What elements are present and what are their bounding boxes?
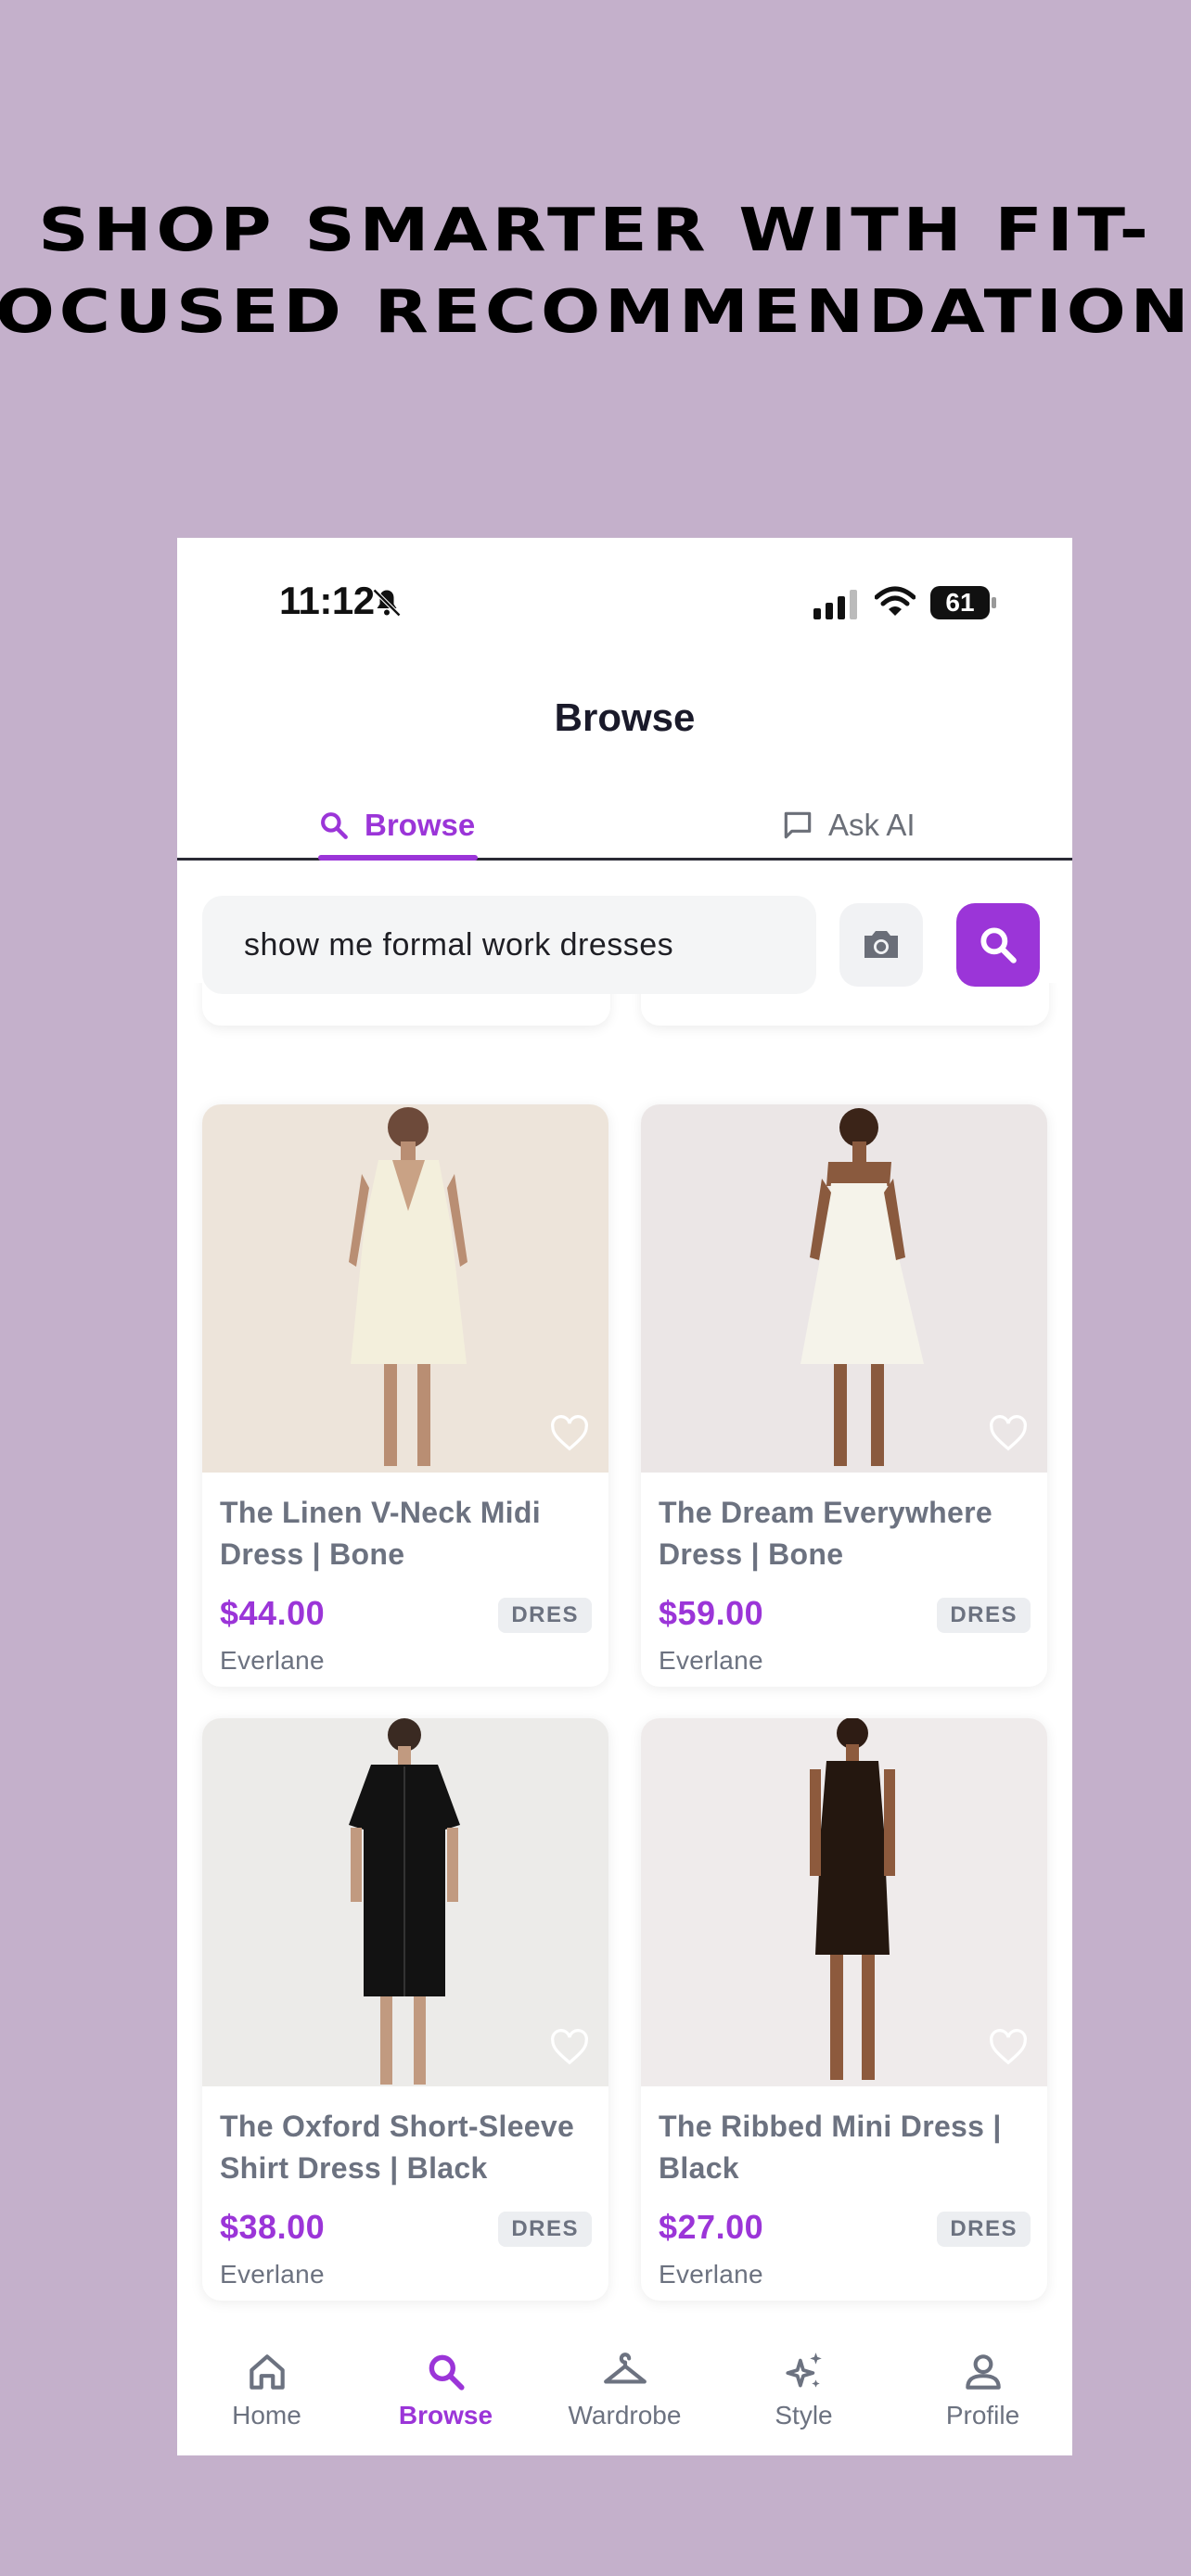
product-image: [641, 1718, 1047, 2086]
product-image: [202, 1104, 608, 1473]
product-card[interactable]: The Oxford Short-Sleeve Shirt Dress | Bl…: [202, 1718, 608, 2301]
product-price: $44.00: [220, 1594, 326, 1632]
favorite-heart-icon[interactable]: [549, 1415, 590, 1452]
product-brand: Everlane: [220, 2260, 325, 2289]
product-price: $27.00: [659, 2208, 764, 2246]
product-price: $59.00: [659, 1594, 764, 1632]
product-price: $38.00: [220, 2208, 326, 2246]
nav-profile[interactable]: Profile: [893, 2332, 1072, 2455]
profile-icon: [965, 2354, 1001, 2390]
status-bar: 11:12 61: [177, 538, 1072, 668]
product-image: [641, 1104, 1047, 1473]
product-brand: Everlane: [659, 2260, 763, 2289]
favorite-heart-icon[interactable]: [988, 2029, 1029, 2066]
tab-browse[interactable]: Browse: [316, 790, 475, 861]
battery-percent: 61: [945, 588, 975, 617]
favorite-heart-icon[interactable]: [988, 1415, 1029, 1452]
search-input[interactable]: show me formal work dresses: [202, 896, 816, 994]
product-title: The Dream Everywhere Dress | Bone: [659, 1496, 992, 1571]
product-image: [202, 1718, 608, 2086]
search-icon: [980, 927, 1017, 963]
cellular-signal-icon: [813, 590, 857, 619]
nav-profile-label: Profile: [945, 2401, 1020, 2429]
product-card[interactable]: The Ribbed Mini Dress | Black $27.00 DRE…: [641, 1718, 1047, 2301]
search-submit-button[interactable]: [956, 903, 1040, 987]
category-badge: DRES: [498, 2212, 592, 2247]
category-badge: DRES: [937, 1598, 1031, 1633]
marketing-headline: SHOP SMARTER WITH FIT-FOCUSED RECOMMENDA…: [0, 197, 1191, 347]
product-brand: Everlane: [220, 1646, 325, 1675]
search-row: show me formal work dresses: [177, 862, 1072, 994]
home-icon: [249, 2354, 285, 2390]
tab-ask-ai[interactable]: Ask AI: [780, 790, 916, 861]
nav-wardrobe[interactable]: Wardrobe: [535, 2332, 714, 2455]
battery-indicator: 61: [930, 586, 997, 619]
search-icon: [429, 2354, 465, 2391]
tab-ask-ai-label: Ask AI: [828, 808, 916, 842]
product-title: The Linen V-Neck Midi Dress | Bone: [220, 1496, 541, 1571]
status-time: 11:12: [279, 579, 375, 622]
phone-screen: 11:12 61 Browse Browse Ask AI show me fo…: [177, 538, 1072, 2455]
nav-wardrobe-label: Wardrobe: [568, 2401, 682, 2429]
sparkle-icon: [785, 2353, 822, 2388]
active-tab-indicator: [318, 855, 478, 861]
product-title: The Ribbed Mini Dress | Black: [659, 2110, 1002, 2185]
nav-browse[interactable]: Browse: [356, 2332, 535, 2455]
page-title: Browse: [554, 695, 696, 739]
tab-browse-label: Browse: [365, 808, 476, 842]
product-title: The Oxford Short-Sleeve Shirt Dress | Bl…: [220, 2110, 575, 2185]
product-brand: Everlane: [659, 1646, 763, 1675]
chat-icon: [784, 811, 812, 839]
hanger-icon: [603, 2353, 647, 2384]
nav-home-label: Home: [232, 2401, 301, 2429]
nav-browse-label: Browse: [398, 2401, 493, 2429]
wifi-icon: [875, 586, 916, 616]
favorite-heart-icon[interactable]: [549, 2029, 590, 2066]
nav-style[interactable]: Style: [714, 2332, 893, 2455]
search-icon: [321, 812, 348, 839]
camera-icon: [864, 931, 898, 958]
nav-style-label: Style: [775, 2401, 833, 2429]
product-card[interactable]: The Linen V-Neck Midi Dress | Bone $44.0…: [202, 1104, 608, 1687]
product-card[interactable]: The Dream Everywhere Dress | Bone $59.00…: [641, 1104, 1047, 1687]
camera-search-button[interactable]: [839, 903, 923, 987]
category-badge: DRES: [498, 1598, 592, 1633]
tab-bar: Browse Ask AI: [177, 790, 1072, 861]
bottom-navigation: Home Browse Wardrobe Style Profile: [177, 2332, 1072, 2455]
nav-home[interactable]: Home: [177, 2332, 356, 2455]
category-badge: DRES: [937, 2212, 1031, 2247]
bell-muted-icon: [372, 588, 402, 618]
